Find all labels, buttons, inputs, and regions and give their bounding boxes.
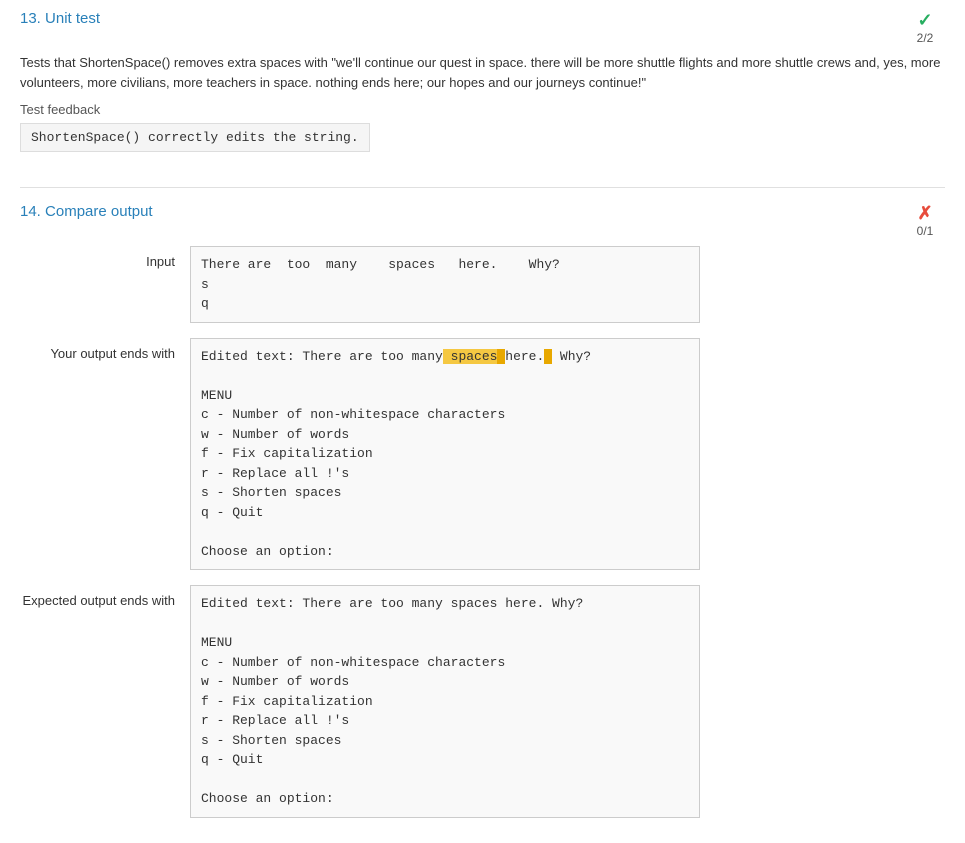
cross-icon: ✗: [917, 203, 932, 224]
section13-description: Tests that ShortenSpace() removes extra …: [20, 53, 945, 92]
section14-header: 14. Compare output ✗ 0/1: [20, 203, 945, 238]
your-output-text2: here.: [505, 349, 544, 364]
section14-score: 0/1: [917, 224, 934, 238]
your-output-label: Your output ends with: [20, 338, 190, 361]
expected-output-box: Edited text: There are too many spaces h…: [190, 585, 700, 818]
your-output-menu: MENU c - Number of non-whitespace charac…: [201, 388, 505, 559]
check-icon: ✓: [917, 10, 932, 31]
your-output-box: Edited text: There are too many spaces h…: [190, 338, 700, 571]
section13-status: ✓ 2/2: [905, 10, 945, 45]
section13-header: 13. Unit test ✓ 2/2: [20, 10, 945, 45]
input-row: Input There are too many spaces here. Wh…: [20, 246, 945, 323]
your-output-highlight3: [544, 349, 552, 364]
your-output-text3: Why?: [552, 349, 591, 364]
section14: 14. Compare output ✗ 0/1 Input There are…: [20, 203, 945, 818]
section14-title: 14. Compare output: [20, 203, 153, 220]
your-output-highlight1: spaces: [443, 349, 498, 364]
input-label: Input: [20, 246, 190, 269]
section13-score: 2/2: [917, 31, 934, 45]
input-box: There are too many spaces here. Why? s q: [190, 246, 700, 323]
feedback-label: Test feedback: [20, 102, 945, 117]
feedback-code: ShortenSpace() correctly edits the strin…: [20, 123, 370, 152]
expected-output-row: Expected output ends with Edited text: T…: [20, 585, 945, 818]
your-output-text1: Edited text: There are too many: [201, 349, 443, 364]
your-output-row: Your output ends with Edited text: There…: [20, 338, 945, 571]
page-container: 13. Unit test ✓ 2/2 Tests that ShortenSp…: [0, 0, 965, 843]
section14-status: ✗ 0/1: [905, 203, 945, 238]
section-divider: [20, 187, 945, 188]
section13-title: 13. Unit test: [20, 10, 100, 27]
expected-output-label: Expected output ends with: [20, 585, 190, 608]
